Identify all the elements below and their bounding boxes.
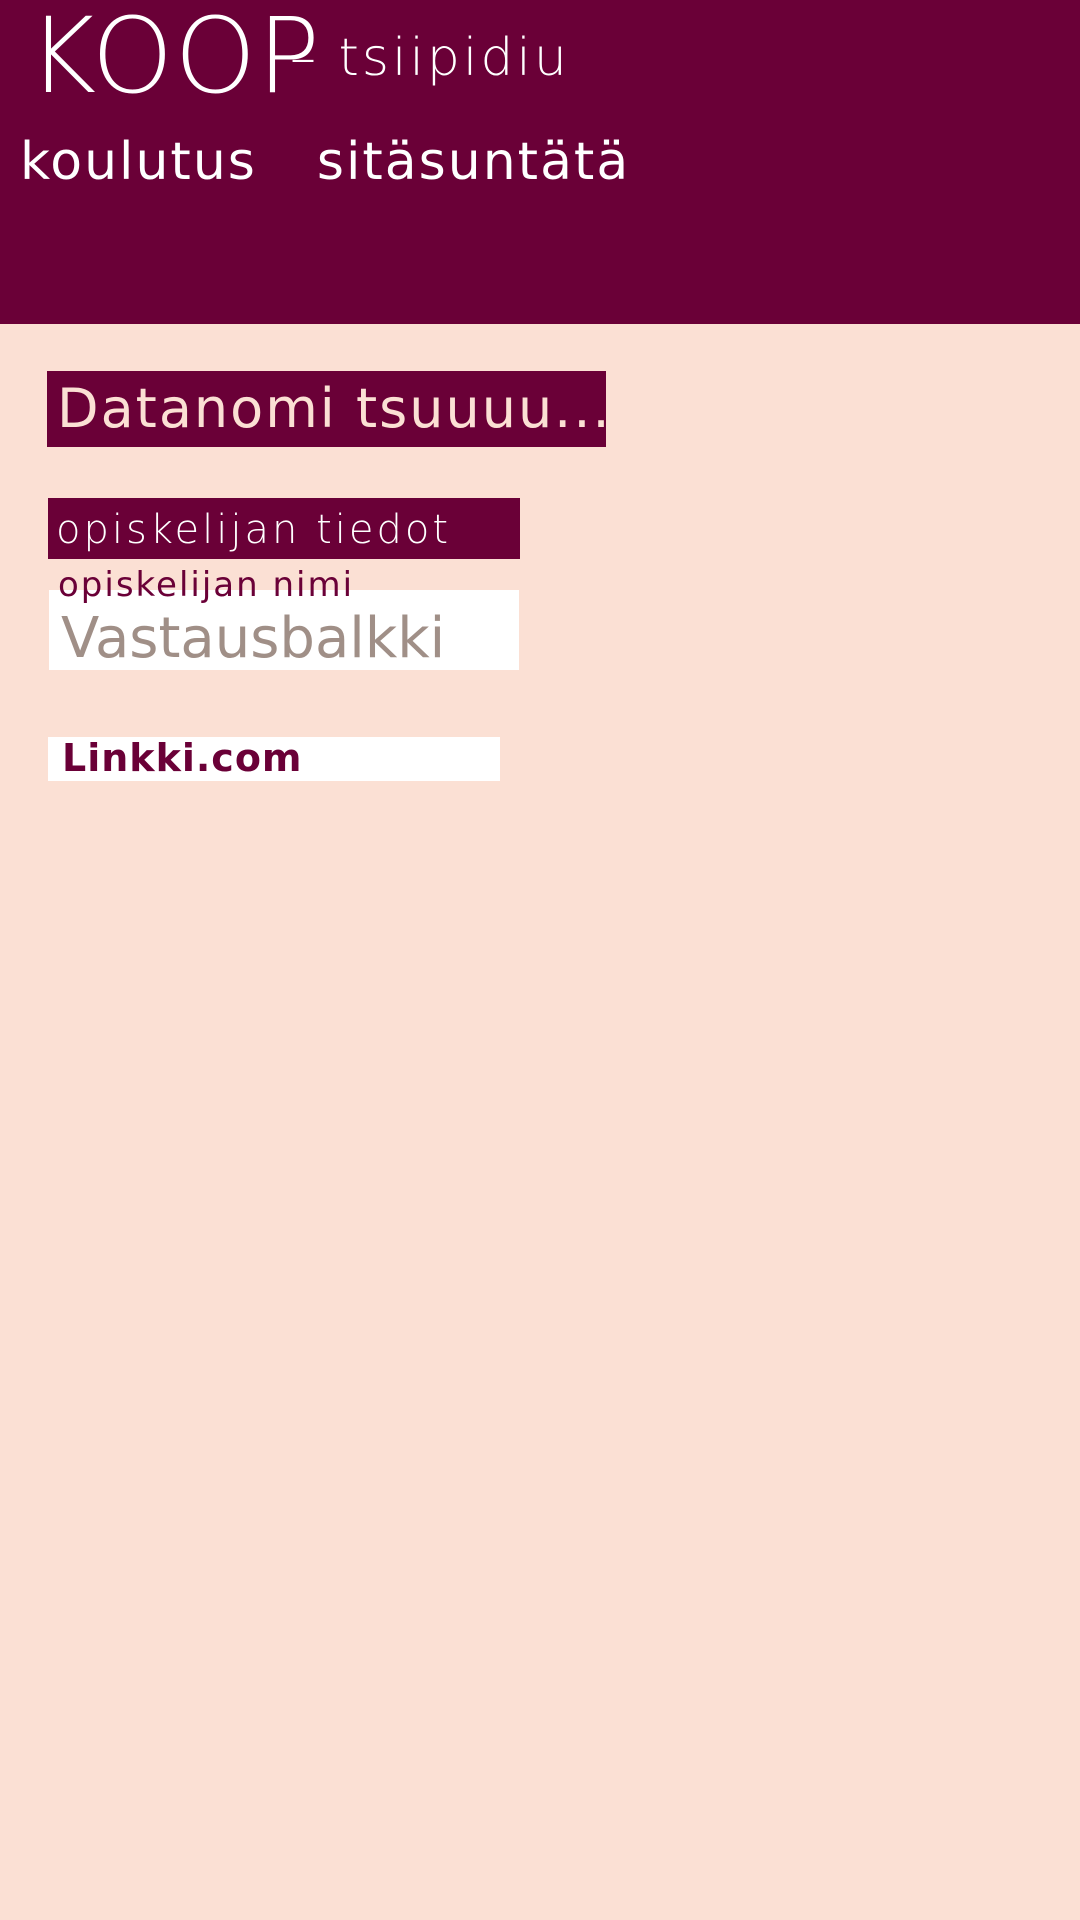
external-link[interactable]: Linkki.com (62, 739, 303, 777)
link-container: Linkki.com (48, 737, 500, 781)
site-header: KOOP – tsiipidiu koulutus sitäsuntätä (0, 0, 1080, 324)
page-title: Datanomi tsuuuu... (47, 371, 606, 447)
nav-link-sitasuntata[interactable]: sitäsuntätä (317, 136, 630, 188)
section-heading-student-info: opiskelijan tiedot (48, 498, 520, 559)
main-nav: koulutus sitäsuntätä (20, 136, 630, 188)
brand-logo[interactable]: KOOP (28, 4, 321, 108)
nav-link-koulutus[interactable]: koulutus (20, 136, 257, 188)
student-name-label: opiskelijan nimi (58, 565, 355, 605)
brand-tagline: – tsiipidiu (290, 28, 570, 88)
